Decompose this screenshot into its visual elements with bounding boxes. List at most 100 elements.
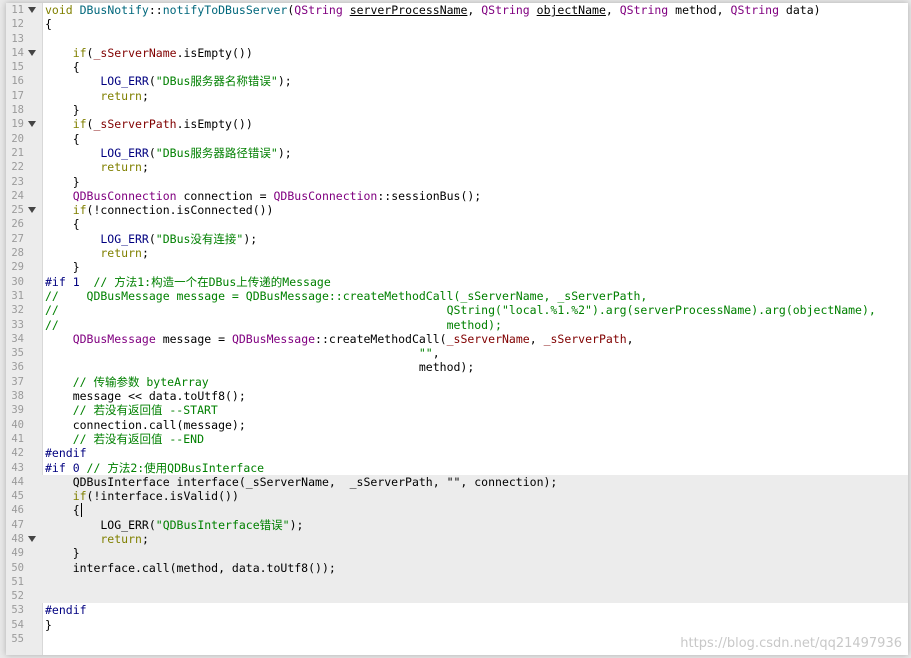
code-line[interactable]: 23 } <box>6 175 908 189</box>
code-text: // QDBusMessage message = QDBusMessage::… <box>45 289 647 303</box>
line-number: 24 <box>11 189 24 202</box>
code-line[interactable]: 18 } <box>6 103 908 117</box>
code-line[interactable]: 46 {​ <box>6 503 908 518</box>
code-line[interactable]: 42 #endif <box>6 446 908 460</box>
code-line[interactable]: 32 // QString("local.%1.%2").arg(serverPr… <box>6 303 908 317</box>
line-number: 44 <box>11 475 24 488</box>
code-token: objectName <box>536 3 606 17</box>
code-line[interactable]: 26 { <box>6 217 908 231</box>
code-line[interactable]: 30 #if 1 // 方法1:构造一个在DBus上传递的Message <box>6 275 908 289</box>
code-token: { <box>45 17 52 32</box>
code-line[interactable]: 44 QDBusInterface interface(_sServerName… <box>6 474 908 490</box>
code-token: // QDBusMessage message = QDBusMessage::… <box>45 288 648 303</box>
fold-arrow-icon[interactable] <box>28 535 36 542</box>
code-line[interactable]: 11 void DBusNotify::notifyToDBusServer(QS… <box>6 3 908 17</box>
code-line[interactable]: 54} <box>6 618 908 632</box>
code-text: } <box>45 175 80 189</box>
code-text: // 传输参数 byteArray <box>45 375 209 389</box>
code-line[interactable]: 48 return; <box>6 531 908 547</box>
code-line[interactable]: 45 if(!interface.isValid()) <box>6 489 908 504</box>
fold-arrow-icon[interactable] <box>28 7 36 13</box>
code-line[interactable]: 52 <box>6 589 908 604</box>
line-number: 14 <box>11 46 24 59</box>
code-text: "", <box>45 346 440 360</box>
code-text: } <box>45 260 80 274</box>
code-token: ; <box>141 246 149 261</box>
code-line[interactable]: 14 if(_sServerName.isEmpty()) <box>6 46 908 60</box>
code-line[interactable]: 34 QDBusMessage message = QDBusMessage::… <box>6 332 908 346</box>
code-line[interactable]: 51 <box>6 574 908 590</box>
code-text: if(_sServerName.isEmpty()) <box>45 46 253 60</box>
line-number: 35 <box>11 347 24 360</box>
code-token: .isEmpty()) <box>176 45 253 60</box>
code-line[interactable]: 41 // 若没有返回值 --END <box>6 432 908 446</box>
code-text: return; <box>45 532 149 546</box>
code-line[interactable]: 27 LOG_ERR("DBus没有连接"); <box>6 232 908 246</box>
code-line[interactable]: 43 #if 0 // 方法2:使用QDBusInterface <box>6 461 908 475</box>
code-token: { <box>45 217 80 232</box>
code-token: (!interface.isValid()) <box>86 489 239 504</box>
code-editor[interactable]: 11 void DBusNotify::notifyToDBusServer(QS… <box>6 3 908 655</box>
code-line[interactable]: 36 method); <box>6 360 908 374</box>
line-number: 34 <box>11 332 24 345</box>
code-line[interactable]: 17 return; <box>6 89 908 103</box>
code-line[interactable]: 31 // QDBusMessage message = QDBusMessage… <box>6 289 908 303</box>
code-text: } <box>45 618 52 632</box>
code-line[interactable]: 13 <box>6 32 908 46</box>
code-text: } <box>45 103 80 117</box>
code-line[interactable]: 50 interface.call(method, data.toUtf8())… <box>6 560 908 575</box>
code-line[interactable]: 22 return; <box>6 160 908 174</box>
line-number: 17 <box>11 89 24 102</box>
code-line[interactable]: 16 LOG_ERR("DBus服务器名称错误"); <box>6 74 908 88</box>
fold-arrow-icon[interactable] <box>28 49 36 56</box>
code-line[interactable]: 20 { <box>6 132 908 146</box>
code-token: void <box>45 3 80 17</box>
code-line[interactable]: 28 return; <box>6 246 908 260</box>
code-token: , <box>432 346 440 361</box>
code-text: // 若没有返回值 --START <box>45 403 218 417</box>
code-line[interactable]: 15 { <box>6 60 908 74</box>
code-line[interactable]: 38 message << data.toUtf8(); <box>6 389 908 403</box>
code-line[interactable]: 39 // 若没有返回值 --START <box>6 403 908 417</box>
code-text: QDBusInterface interface(_sServerName, _… <box>45 474 558 489</box>
code-line[interactable]: 33 // method); <box>6 318 908 332</box>
code-line[interactable]: 47 LOG_ERR("QDBusInterface错误"); <box>6 517 908 532</box>
code-token: DBusNotify <box>79 3 149 17</box>
line-number: 32 <box>11 304 24 317</box>
line-number: 26 <box>11 218 24 231</box>
line-number: 28 <box>11 247 24 260</box>
code-token: return <box>45 531 142 546</box>
line-number: 53 <box>11 604 24 617</box>
code-line[interactable]: 21 LOG_ERR("DBus服务器路径错误"); <box>6 146 908 160</box>
code-token: "DBus没有连接" <box>155 231 244 246</box>
code-token: QDBusInterface interface(_sServerName, _… <box>45 474 558 489</box>
code-token: #endif <box>45 446 87 461</box>
code-text: LOG_ERR("DBus没有连接"); <box>45 232 257 246</box>
code-text: // 若没有返回值 --END <box>45 432 204 446</box>
code-text: // method); <box>45 318 502 332</box>
line-number: 27 <box>11 232 24 245</box>
code-line[interactable]: 53 #endif <box>6 603 908 617</box>
code-line[interactable]: 35 "", <box>6 346 908 360</box>
code-line[interactable]: 25 if(!connection.isConnected()) <box>6 203 908 217</box>
code-text: QDBusConnection connection = QDBusConnec… <box>45 188 482 203</box>
line-number: 39 <box>11 404 24 417</box>
code-line[interactable]: 29 } <box>6 260 908 274</box>
code-token: method); <box>45 360 475 375</box>
code-line[interactable]: 49 } <box>6 546 908 561</box>
code-line[interactable]: 24 QDBusConnection connection = QDBusCon… <box>6 189 908 203</box>
code-line[interactable]: 12 { <box>6 17 908 31</box>
code-line[interactable]: 40 connection.call(message); <box>6 418 908 432</box>
code-text: LOG_ERR("DBus服务器名称错误"); <box>45 74 291 88</box>
code-line[interactable]: 37 // 传输参数 byteArray <box>6 375 908 389</box>
code-line[interactable]: 19 if(_sServerPath.isEmpty()) <box>6 117 908 131</box>
code-token: connection = <box>183 188 274 203</box>
code-text: if(!connection.isConnected()) <box>45 203 274 217</box>
code-token: serverProcessName <box>349 3 468 17</box>
code-token: interface.call(method, data.toUtf8()); <box>45 560 336 575</box>
fold-arrow-icon[interactable] <box>28 121 36 128</box>
code-text: LOG_ERR("DBus服务器路径错误"); <box>45 146 291 160</box>
line-number: 23 <box>11 175 24 188</box>
fold-arrow-icon[interactable] <box>28 207 36 214</box>
code-token: // QString("local.%1.%2").arg(serverProc… <box>45 303 876 318</box>
